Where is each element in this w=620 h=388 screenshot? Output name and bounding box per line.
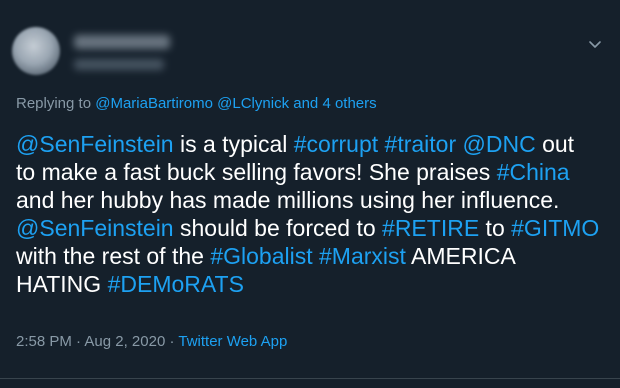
tweet-header (12, 27, 608, 75)
hashtag-link[interactable]: #corrupt (294, 131, 378, 157)
hashtag-link[interactable]: #Marxist (319, 243, 406, 269)
replying-to-label: Replying to (16, 95, 92, 112)
tweet[interactable]: Replying to @MariaBartiromo @LClynick an… (0, 0, 620, 388)
hashtag-link[interactable]: #Globalist (210, 243, 312, 269)
divider (0, 378, 620, 379)
tweet-text-segment: AMERICA (405, 243, 516, 269)
reply-mention-lclynick[interactable]: @LClynick (217, 95, 289, 112)
tweet-source-app[interactable]: Twitter Web App (178, 333, 287, 350)
hashtag-link[interactable]: #RETIRE (382, 215, 479, 241)
mention-link[interactable]: @SenFeinstein (16, 131, 174, 157)
tweet-text-segment: to make a fast buck selling favors! She … (16, 159, 497, 185)
chevron-down-icon[interactable] (586, 35, 604, 53)
hashtag-link[interactable]: #traitor (385, 131, 457, 157)
mention-link[interactable]: @SenFeinstein (16, 215, 174, 241)
tweet-text-line: @SenFeinstein is a typical #corrupt #tra… (16, 130, 612, 158)
tweet-time[interactable]: 2:58 PM (16, 333, 72, 350)
tweet-text-segment: with the rest of the (16, 243, 211, 269)
hashtag-link[interactable]: #GITMO (511, 215, 599, 241)
tweet-text-segment: out (535, 131, 575, 157)
tweet-metadata: 2:58 PM · Aug 2, 2020 · Twitter Web App (16, 333, 287, 350)
tweet-text-line: @SenFeinstein should be forced to #RETIR… (16, 214, 612, 242)
tweet-text-segment: HATING (16, 271, 108, 297)
tweet-text-line: to make a fast buck selling favors! She … (16, 158, 612, 186)
tweet-text-segment: to (479, 215, 512, 241)
meta-separator: · (165, 333, 179, 350)
tweet-text-segment: should be forced to (173, 215, 383, 241)
tweet-text-line: HATING #DEMoRATS (16, 270, 612, 298)
meta-separator: · (71, 333, 85, 350)
reply-mention-mariabartiromo[interactable]: @MariaBartiromo (95, 95, 213, 112)
tweet-text-segment: is a typical (173, 131, 294, 157)
tweet-date[interactable]: Aug 2, 2020 (84, 333, 165, 350)
avatar[interactable] (12, 27, 60, 75)
replying-to: Replying to @MariaBartiromo @LClynick an… (16, 95, 377, 112)
tweet-text-line: with the rest of the #Globalist #Marxist… (16, 242, 612, 270)
author-name-redacted[interactable] (74, 35, 170, 49)
hashtag-link[interactable]: #DEMoRATS (108, 271, 244, 297)
hashtag-link[interactable]: #China (497, 159, 570, 185)
mention-link[interactable]: @DNC (463, 131, 536, 157)
tweet-text-line: and her hubby has made millions using he… (16, 186, 612, 214)
tweet-text-segment: and her hubby has made millions using he… (16, 187, 560, 213)
tweet-text: @SenFeinstein is a typical #corrupt #tra… (16, 130, 612, 298)
author-handle-redacted[interactable] (74, 59, 164, 70)
reply-others-link[interactable]: and 4 others (293, 95, 376, 112)
